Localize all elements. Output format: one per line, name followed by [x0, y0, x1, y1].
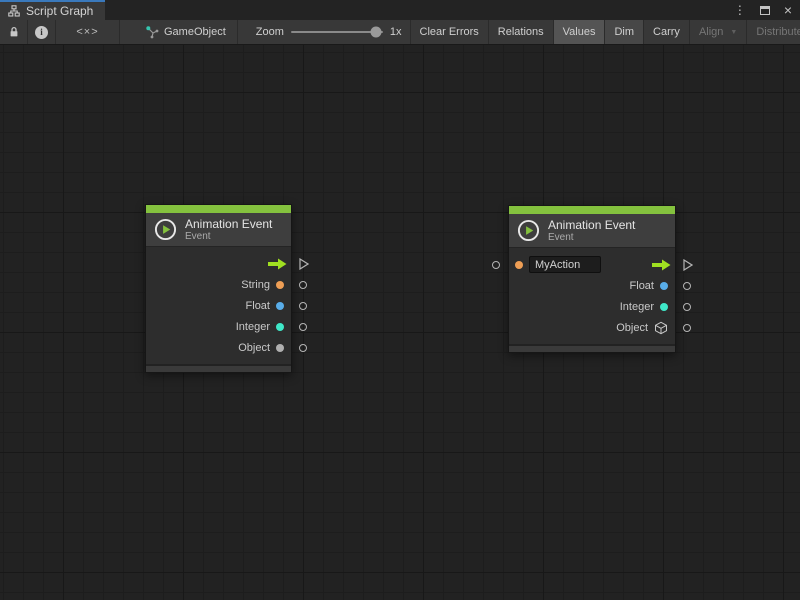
port-label: String: [241, 279, 270, 291]
node-title: Animation Event: [548, 219, 635, 232]
chevron-down-icon: ▼: [730, 29, 737, 36]
output-row-object: Object: [509, 317, 675, 338]
object-type-dot: [276, 344, 284, 352]
animation-event-node-left[interactable]: Animation Event Event Strin: [145, 204, 292, 373]
lock-button[interactable]: [0, 20, 28, 44]
dim-label: Dim: [614, 26, 634, 38]
port-label: Integer: [620, 301, 654, 313]
event-play-icon: [517, 219, 540, 242]
node-body: String Float Integer Object: [146, 247, 291, 364]
integer-type-dot: [276, 323, 284, 331]
control-output-row: [146, 253, 291, 274]
string-type-dot: [515, 261, 523, 269]
output-row-float: Float: [146, 295, 291, 316]
window-controls: ⋮ ×: [734, 0, 792, 20]
output-row-integer: Integer: [509, 296, 675, 317]
event-play-icon: [154, 218, 177, 241]
object-output-port[interactable]: [299, 344, 307, 352]
gameobject-label: GameObject: [164, 26, 226, 38]
clear-errors-label: Clear Errors: [420, 26, 479, 38]
lock-icon: [8, 26, 20, 38]
float-type-dot: [660, 282, 668, 290]
values-button[interactable]: Values: [554, 20, 606, 44]
node-accent-bar: [509, 206, 675, 214]
zoom-slider[interactable]: [291, 31, 383, 33]
string-type-dot: [276, 281, 284, 289]
node-header[interactable]: Animation Event Event: [509, 214, 675, 248]
close-icon[interactable]: ×: [784, 3, 792, 17]
distribute-label: Distribute: [756, 26, 800, 38]
carry-button[interactable]: Carry: [644, 20, 690, 44]
float-output-port[interactable]: [299, 302, 307, 310]
dim-button[interactable]: Dim: [605, 20, 644, 44]
flow-arrow-icon: [267, 258, 287, 270]
port-label: Float: [246, 300, 270, 312]
port-label: Integer: [236, 321, 270, 333]
node-footer: [146, 364, 291, 372]
flow-arrow-icon: [651, 259, 671, 271]
integer-output-port[interactable]: [299, 323, 307, 331]
node-subtitle: Event: [548, 232, 635, 243]
port-label: Object: [616, 322, 648, 334]
variables-icon: <×>: [76, 26, 98, 38]
float-output-port[interactable]: [683, 282, 691, 290]
gameobject-button[interactable]: GameObject: [134, 20, 238, 44]
zoom-label: Zoom: [256, 26, 284, 38]
control-output-port[interactable]: [299, 258, 309, 270]
port-label: Object: [238, 342, 270, 354]
animation-event-node-right[interactable]: Animation Event Event: [508, 205, 676, 353]
output-row-string: String: [146, 274, 291, 295]
node-body: Float Integer Object: [509, 248, 675, 344]
float-type-dot: [276, 302, 284, 310]
align-button: Align ▼: [690, 20, 747, 44]
integer-output-port[interactable]: [683, 303, 691, 311]
port-label: Float: [630, 280, 654, 292]
inspector-button[interactable]: i: [28, 20, 56, 44]
object-output-port[interactable]: [683, 324, 691, 332]
clear-errors-button[interactable]: Clear Errors: [411, 20, 489, 44]
event-name-input[interactable]: [529, 256, 601, 273]
distribute-button: Distribute ▼: [747, 20, 800, 44]
output-row-integer: Integer: [146, 316, 291, 337]
maximize-icon[interactable]: [760, 6, 770, 15]
graph-asset-icon: [145, 25, 159, 39]
carry-label: Carry: [653, 26, 680, 38]
graph-canvas[interactable]: Animation Event Event Strin: [0, 45, 800, 600]
output-row-float: Float: [509, 275, 675, 296]
zoom-slider-handle[interactable]: [370, 27, 381, 38]
control-input-row: [509, 254, 675, 275]
values-label: Values: [563, 26, 596, 38]
window-menu-icon[interactable]: ⋮: [734, 4, 746, 16]
integer-type-dot: [660, 303, 668, 311]
variables-button[interactable]: <×>: [56, 20, 120, 44]
node-footer: [509, 344, 675, 352]
string-input-port[interactable]: [492, 261, 500, 269]
tab-label: Script Graph: [26, 4, 93, 18]
zoom-control: Zoom 1x: [248, 20, 411, 44]
info-icon: i: [35, 26, 48, 39]
relations-label: Relations: [498, 26, 544, 38]
string-output-port[interactable]: [299, 281, 307, 289]
zoom-level: 1x: [390, 26, 402, 38]
node-accent-bar: [146, 205, 291, 213]
tab-script-graph[interactable]: Script Graph: [0, 0, 105, 20]
node-header[interactable]: Animation Event Event: [146, 213, 291, 247]
node-subtitle: Event: [185, 231, 272, 242]
title-bar: Script Graph ⋮ ×: [0, 0, 800, 20]
align-label: Align: [699, 26, 723, 38]
script-graph-icon: [8, 5, 20, 17]
node-title: Animation Event: [185, 218, 272, 231]
cube-icon: [654, 321, 668, 335]
graph-toolbar: i <×> GameObject Zoom 1x Clear Errors Re…: [0, 20, 800, 45]
output-row-object: Object: [146, 337, 291, 358]
relations-button[interactable]: Relations: [489, 20, 554, 44]
control-output-port[interactable]: [683, 259, 693, 271]
